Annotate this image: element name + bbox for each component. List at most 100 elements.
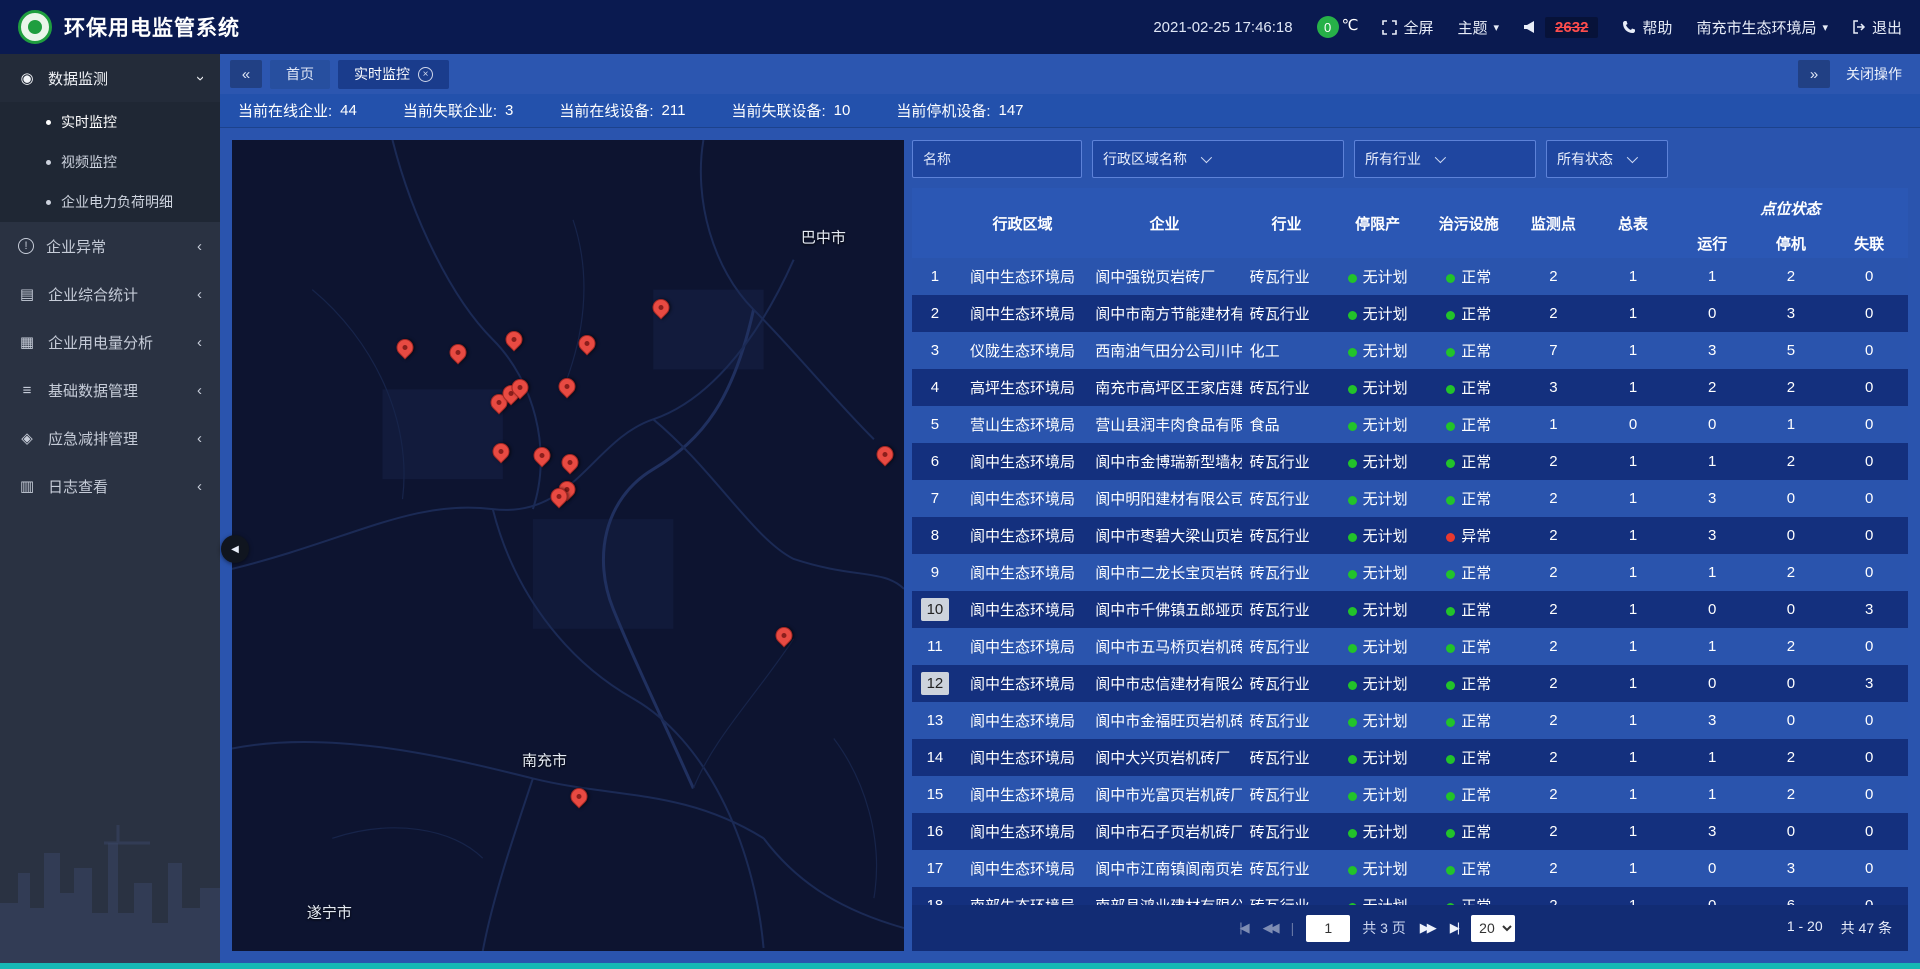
tabs-scroll-left-button[interactable]: « xyxy=(230,60,262,88)
alert-icon: ! xyxy=(18,238,34,254)
table-row[interactable]: 8 阆中生态环境局 阆中市枣碧大梁山页岩 砖瓦行业 无计划 异常 2 1 3 xyxy=(912,517,1908,554)
map-pin[interactable] xyxy=(562,454,579,471)
status-filter-select[interactable]: 所有状态 xyxy=(1546,140,1668,178)
table-row[interactable]: 2 阆中生态环境局 阆中市南方节能建材有 砖瓦行业 无计划 正常 2 1 0 xyxy=(912,295,1908,332)
org-dropdown[interactable]: 南充市生态环境局 ▾ xyxy=(1696,17,1828,38)
cell-limit: 无计划 xyxy=(1331,517,1424,554)
region-filter-select[interactable]: 行政区域名称 xyxy=(1092,140,1344,178)
map-pin[interactable] xyxy=(533,447,550,464)
table-row[interactable]: 11 阆中生态环境局 阆中市五马桥页岩机砖 砖瓦行业 无计划 正常 2 1 1 xyxy=(912,628,1908,665)
sidebar-item-power-load-detail[interactable]: 企业电力负荷明细 xyxy=(0,182,220,222)
sidebar-item-data-monitoring[interactable]: ◉ 数据监测 ‹ xyxy=(0,54,220,102)
theme-dropdown[interactable]: 主题 ▾ xyxy=(1458,17,1500,38)
table-row[interactable]: 15 阆中生态环境局 阆中市光富页岩机砖厂 砖瓦行业 无计划 正常 2 1 1 xyxy=(912,776,1908,813)
tab-home[interactable]: 首页 xyxy=(270,60,330,89)
table-row[interactable]: 10 阆中生态环境局 阆中市千佛镇五郎垭页岩 砖瓦行业 无计划 正常 2 1 0 xyxy=(912,591,1908,628)
sidebar-submenu: 实时监控 视频监控 企业电力负荷明细 xyxy=(0,102,220,222)
sidebar-item-emergency-management[interactable]: ◈ 应急减排管理 ‹ xyxy=(0,414,220,462)
sidebar-item-power-analysis[interactable]: ▦ 企业用电量分析 ‹ xyxy=(0,318,220,366)
table-row[interactable]: 1 阆中生态环境局 阆中强锐页岩砖厂 砖瓦行业 无计划 正常 2 1 1 xyxy=(912,258,1908,295)
table-row[interactable]: 18 南部生态环境局 南部县鸿业建材有限公 砖瓦行业 无计划 正常 2 1 0 xyxy=(912,887,1908,905)
col-header-meter: 总表 xyxy=(1593,188,1673,258)
sidebar-item-base-data[interactable]: ≡ 基础数据管理 ‹ xyxy=(0,366,220,414)
plan-status-dot xyxy=(1348,422,1357,431)
map-pin[interactable] xyxy=(652,299,669,316)
name-filter-input[interactable] xyxy=(912,140,1082,178)
table-row[interactable]: 6 阆中生态环境局 阆中市金博瑞新型墙材 砖瓦行业 无计划 正常 2 1 1 xyxy=(912,443,1908,480)
sidebar-item-log-view[interactable]: ▥ 日志查看 ‹ xyxy=(0,462,220,510)
map-pin[interactable] xyxy=(877,446,894,463)
col-header-monitor: 监测点 xyxy=(1514,188,1594,258)
map-pin[interactable] xyxy=(506,331,523,348)
cell-monitor: 2 xyxy=(1514,739,1594,776)
sidebar-item-enterprise-statistics[interactable]: ▤ 企业综合统计 ‹ xyxy=(0,270,220,318)
close-icon[interactable]: × xyxy=(418,67,433,82)
table-row[interactable]: 14 阆中生态环境局 阆中大兴页岩机砖厂 砖瓦行业 无计划 正常 2 1 1 xyxy=(912,739,1908,776)
pin-icon xyxy=(502,327,526,351)
cell-monitor: 2 xyxy=(1514,813,1594,850)
row-index: 7 xyxy=(925,487,945,510)
help-button[interactable]: 帮助 xyxy=(1622,17,1672,38)
last-page-button[interactable]: ▶| xyxy=(1448,920,1459,936)
announcement-button[interactable]: 2632 xyxy=(1523,17,1598,38)
map-pin[interactable] xyxy=(512,379,529,396)
cell-run: 1 xyxy=(1673,443,1752,480)
close-operations-button[interactable]: 关闭操作 xyxy=(1846,64,1902,84)
map-pin[interactable] xyxy=(570,788,587,805)
tab-realtime-monitor[interactable]: 实时监控 × xyxy=(338,60,449,89)
table-row[interactable]: 5 营山生态环境局 营山县润丰肉食品有限 食品 无计划 正常 1 0 0 xyxy=(912,406,1908,443)
first-page-button[interactable]: |◀ xyxy=(1237,920,1248,936)
cell-region: 阆中生态环境局 xyxy=(958,628,1087,665)
map-pin[interactable] xyxy=(558,378,575,395)
map-pin[interactable] xyxy=(578,335,595,352)
cell-facility: 正常 xyxy=(1424,813,1514,850)
map-panel[interactable]: 巴中市 南充市 遂宁市 xyxy=(232,140,904,951)
row-index: 2 xyxy=(925,302,945,325)
table-row[interactable]: 3 仪陇生态环境局 西南油气田分公司川中 化工 无计划 正常 7 1 3 xyxy=(912,332,1908,369)
map-pin[interactable] xyxy=(397,339,414,356)
map-pin[interactable] xyxy=(493,443,510,460)
pin-icon xyxy=(530,443,554,467)
cell-run: 0 xyxy=(1673,406,1752,443)
table-row[interactable]: 16 阆中生态环境局 阆中市石子页岩机砖厂 砖瓦行业 无计划 正常 2 1 3 xyxy=(912,813,1908,850)
cell-lost: 0 xyxy=(1830,739,1908,776)
cell-facility: 正常 xyxy=(1424,887,1514,905)
sidebar-item-realtime-monitor[interactable]: 实时监控 xyxy=(0,102,220,142)
pin-icon xyxy=(489,439,513,463)
sidebar-item-video-monitor[interactable]: 视频监控 xyxy=(0,142,220,182)
cell-run: 1 xyxy=(1673,554,1752,591)
table-row[interactable]: 4 高坪生态环境局 南充市高坪区王家店建 砖瓦行业 无计划 正常 3 1 2 xyxy=(912,369,1908,406)
table-row[interactable]: 17 阆中生态环境局 阆中市江南镇阆南页岩 砖瓦行业 无计划 正常 2 1 0 xyxy=(912,850,1908,887)
cell-monitor: 2 xyxy=(1514,517,1594,554)
map-pin[interactable] xyxy=(449,344,466,361)
cell-industry: 砖瓦行业 xyxy=(1242,369,1332,406)
chevron-down-icon: ▾ xyxy=(1822,21,1828,34)
cell-facility: 异常 xyxy=(1424,517,1514,554)
cell-company: 阆中市枣碧大梁山页岩 xyxy=(1087,517,1241,554)
logout-button[interactable]: 退出 xyxy=(1852,17,1902,38)
logout-icon xyxy=(1852,20,1866,34)
fullscreen-button[interactable]: 全屏 xyxy=(1382,17,1433,38)
page-size-select[interactable]: 20 xyxy=(1471,915,1515,942)
tabs-scroll-right-button[interactable]: » xyxy=(1798,60,1830,88)
facility-status-dot xyxy=(1446,644,1455,653)
sidebar-collapse-button[interactable]: ◀ xyxy=(221,535,249,563)
table-row[interactable]: 12 阆中生态环境局 阆中市忠信建材有限公 砖瓦行业 无计划 正常 2 1 0 xyxy=(912,665,1908,702)
map-pin[interactable] xyxy=(551,488,568,505)
cell-monitor: 2 xyxy=(1514,665,1594,702)
table-row[interactable]: 13 阆中生态环境局 阆中市金福旺页岩机砖 砖瓦行业 无计划 正常 2 1 3 xyxy=(912,702,1908,739)
sidebar-item-enterprise-abnormal[interactable]: ! 企业异常 ‹ xyxy=(0,222,220,270)
plan-status-dot xyxy=(1348,274,1357,283)
next-page-button[interactable]: ▶▶ xyxy=(1418,920,1436,936)
table-row[interactable]: 7 阆中生态环境局 阆中明阳建材有限公司 砖瓦行业 无计划 正常 2 1 3 xyxy=(912,480,1908,517)
map-pin[interactable] xyxy=(775,627,792,644)
industry-filter-select[interactable]: 所有行业 xyxy=(1354,140,1536,178)
cell-limit: 无计划 xyxy=(1331,591,1424,628)
cell-facility: 正常 xyxy=(1424,406,1514,443)
table-row[interactable]: 9 阆中生态环境局 阆中市二龙长宝页岩砖 砖瓦行业 无计划 正常 2 1 1 xyxy=(912,554,1908,591)
cell-company: 阆中市光富页岩机砖厂 xyxy=(1087,776,1241,813)
prev-page-button[interactable]: ◀◀ xyxy=(1261,920,1279,936)
cell-industry: 砖瓦行业 xyxy=(1242,295,1332,332)
page-number-input[interactable] xyxy=(1306,915,1350,942)
cell-limit: 无计划 xyxy=(1331,332,1424,369)
